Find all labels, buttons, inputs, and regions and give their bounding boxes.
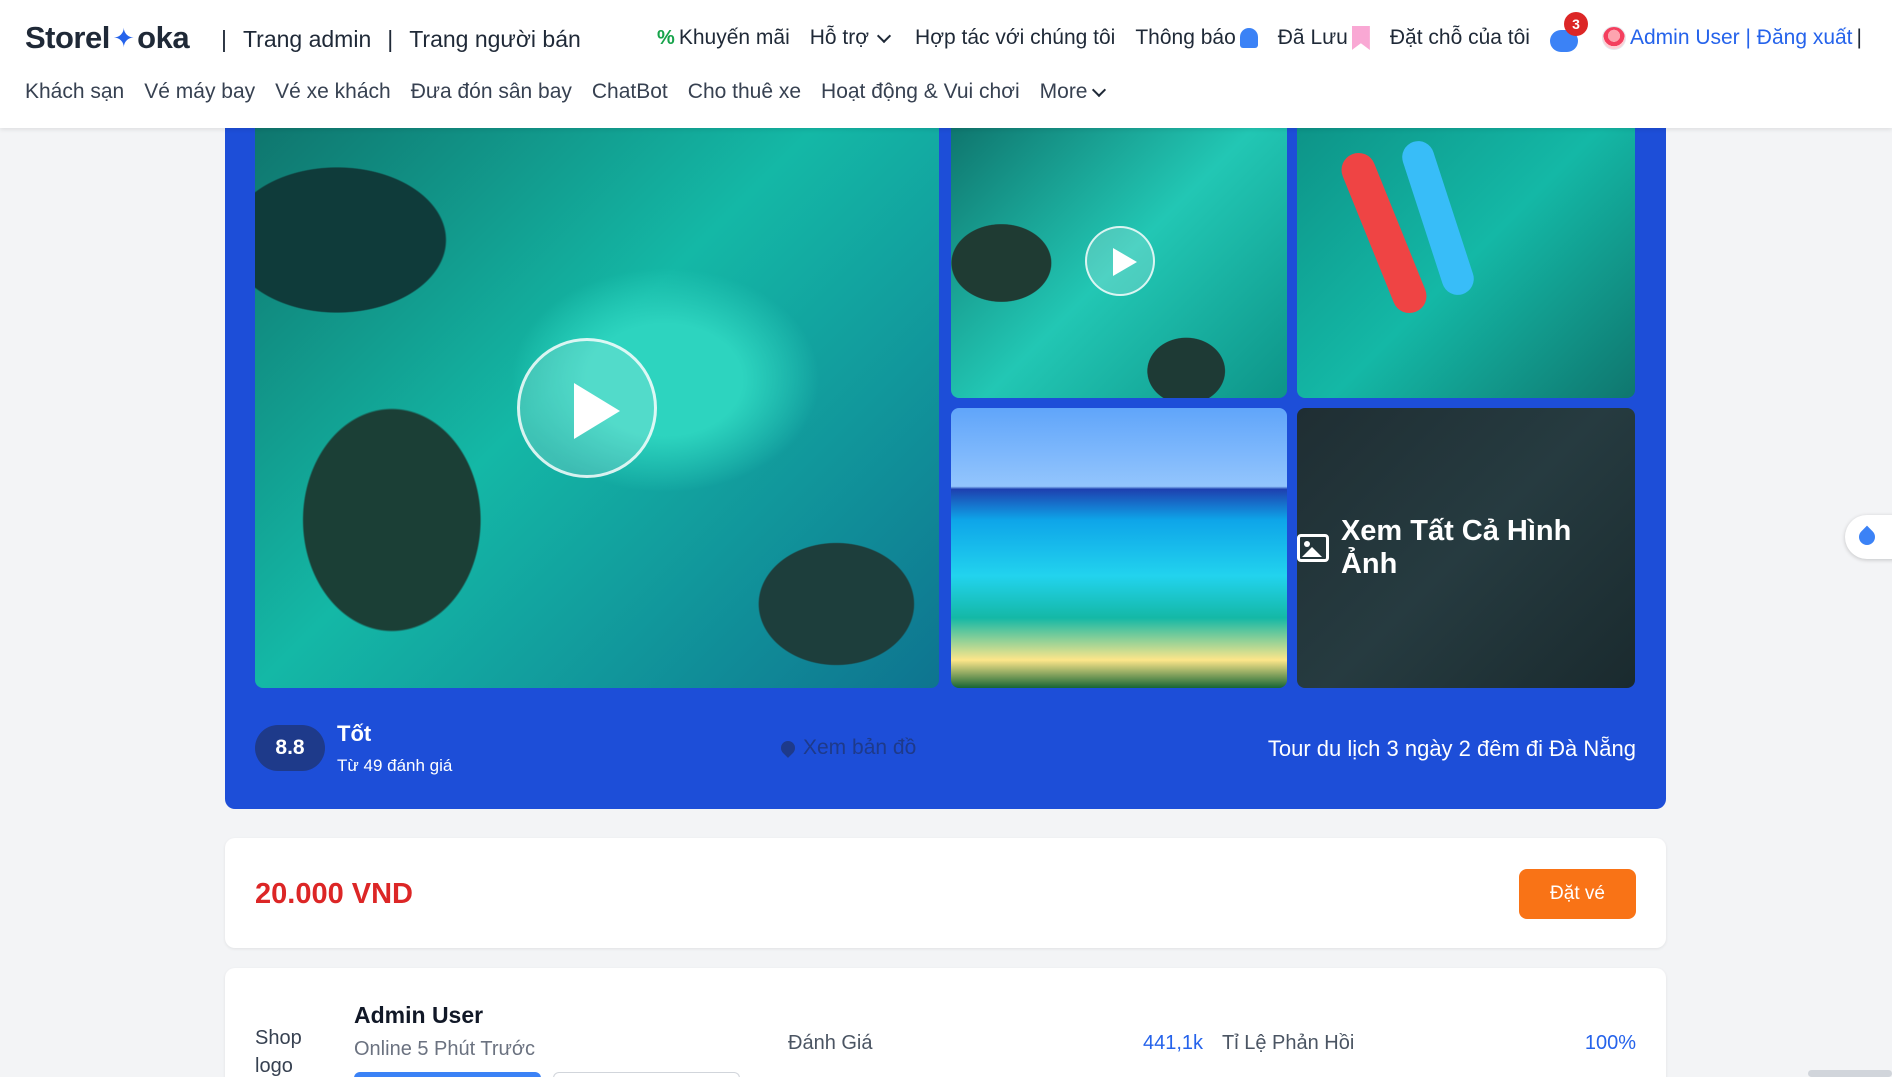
chat-badge: 3 — [1563, 12, 1588, 36]
bird-icon: ✦ — [112, 22, 135, 53]
play-icon[interactable] — [517, 338, 657, 478]
avatar — [1601, 26, 1626, 50]
category-hotels[interactable]: Khách sạn — [25, 80, 124, 104]
shop-response-rate-value: 100% — [1584, 1032, 1636, 1054]
main-video-thumbnail[interactable] — [255, 128, 939, 688]
nav-notifications-label: Thông báo — [1135, 26, 1236, 49]
rating-score-badge: 8.8 — [255, 725, 325, 771]
category-chatbot[interactable]: ChatBot — [592, 80, 668, 104]
image-icon — [1297, 534, 1329, 562]
category-bus-tickets[interactable]: Vé xe khách — [275, 80, 391, 104]
right-nav: % Khuyến mãi Hỗ trợ Hợp tác với chúng tô… — [657, 12, 1862, 52]
chat-icon: 3 — [1549, 12, 1588, 52]
view-map-label: Xem bản đồ — [803, 736, 917, 759]
nav-promo-label: Khuyến mãi — [678, 26, 790, 49]
category-flights[interactable]: Vé máy bay — [144, 80, 255, 104]
category-more-label: More — [1039, 80, 1088, 103]
rating-count: Từ 49 đánh giá — [337, 756, 453, 775]
category-more[interactable]: More — [1040, 80, 1110, 104]
shop-online-status: Online 5 Phút Trước — [354, 1038, 536, 1060]
nav-partner[interactable]: Hợp tác với chúng tôi — [915, 26, 1115, 50]
view-map-link[interactable]: Xem bản đồ — [778, 736, 917, 760]
nav-saved-label: Đã Lưu — [1277, 26, 1348, 49]
shop-rating-value: 441,1k — [1143, 1032, 1204, 1054]
nav-partner-label: Hợp tác với chúng tôi — [915, 26, 1116, 49]
category-airport-transfer[interactable]: Đưa đón sân bay — [411, 80, 572, 104]
nav-user[interactable]: Admin User | Đăng xuất | — [1601, 26, 1862, 50]
nav-chat[interactable]: 3 — [1549, 12, 1588, 52]
shop-logo: Shop logo — [255, 1027, 302, 1077]
chevron-down-icon — [876, 28, 892, 43]
brand-text-right: oka — [137, 20, 190, 55]
bell-icon — [1239, 28, 1258, 48]
shop-info-card: Shop logo Admin User Online 5 Phút Trước… — [225, 968, 1666, 1077]
book-ticket-button[interactable]: Đặt vé — [1519, 869, 1636, 919]
bookmark-icon — [1351, 26, 1370, 50]
trailing-separator: | — [1856, 26, 1862, 49]
shop-view-button[interactable] — [553, 1072, 740, 1077]
nav-saved[interactable]: Đã Lưu — [1278, 26, 1370, 50]
shop-response-rate-label: Tỉ Lệ Phản Hồi — [1222, 1032, 1355, 1054]
floating-assistant-button[interactable] — [1845, 515, 1892, 559]
user-logout-link[interactable]: Admin User | Đăng xuất — [1630, 26, 1853, 50]
shop-rating-label: Đánh Giá — [788, 1032, 873, 1054]
shop-name: Admin User — [354, 1002, 484, 1028]
video-thumbnail-small[interactable] — [951, 128, 1287, 398]
percent-icon: % — [657, 26, 675, 49]
separator: | — [387, 26, 394, 52]
nav-promo[interactable]: % Khuyến mãi — [657, 26, 790, 50]
play-icon[interactable] — [1085, 226, 1155, 296]
beach-photo[interactable] — [951, 408, 1287, 688]
nav-support[interactable]: Hỗ trợ — [810, 26, 895, 50]
sparkle-drop-icon — [1855, 525, 1879, 549]
tour-price: 20.000 VND — [255, 878, 413, 910]
admin-page-link[interactable]: Trang admin — [243, 26, 371, 53]
see-all-photos-label: Xem Tất Cả Hình Ảnh — [1340, 515, 1572, 580]
tour-gallery-card: Xem Tất Cả Hình Ảnh 8.8 Tốt Từ 49 đánh g… — [225, 100, 1666, 809]
rating-label: Tốt — [337, 721, 372, 746]
top-header: Storel ✦ oka | Trang admin | Trang người… — [0, 0, 1892, 128]
map-pin-icon — [778, 738, 798, 758]
category-nav: Khách sạn Vé máy bay Vé xe khách Đưa đón… — [25, 80, 1110, 104]
nav-notifications[interactable]: Thông báo — [1135, 26, 1258, 50]
price-card: 20.000 VND Đặt vé — [225, 838, 1666, 948]
shop-chat-button[interactable] — [354, 1072, 541, 1077]
seller-page-link[interactable]: Trang người bán — [409, 26, 581, 53]
nav-bookings-label: Đặt chỗ của tôi — [1389, 26, 1530, 49]
category-car-rental[interactable]: Cho thuê xe — [688, 80, 801, 104]
nav-support-label: Hỗ trợ — [809, 26, 870, 49]
separator: | — [221, 26, 227, 52]
category-activities[interactable]: Hoạt động & Vui chơi — [821, 80, 1020, 104]
horizontal-scrollbar[interactable] — [1808, 1070, 1892, 1077]
brand-logo[interactable]: Storel ✦ oka — [25, 20, 190, 56]
paddleboard-photo[interactable] — [1297, 128, 1635, 398]
tour-title: Tour du lịch 3 ngày 2 đêm đi Đà Nẵng — [1267, 736, 1636, 761]
chevron-down-icon — [1091, 82, 1106, 97]
brand-text-left: Storel — [25, 20, 110, 55]
see-all-photos-button[interactable]: Xem Tất Cả Hình Ảnh — [1297, 408, 1635, 688]
top-links: | Trang admin | Trang người bán — [205, 26, 581, 53]
nav-bookings[interactable]: Đặt chỗ của tôi — [1390, 26, 1530, 50]
see-all-photos-tile[interactable]: Xem Tất Cả Hình Ảnh — [1297, 408, 1635, 688]
